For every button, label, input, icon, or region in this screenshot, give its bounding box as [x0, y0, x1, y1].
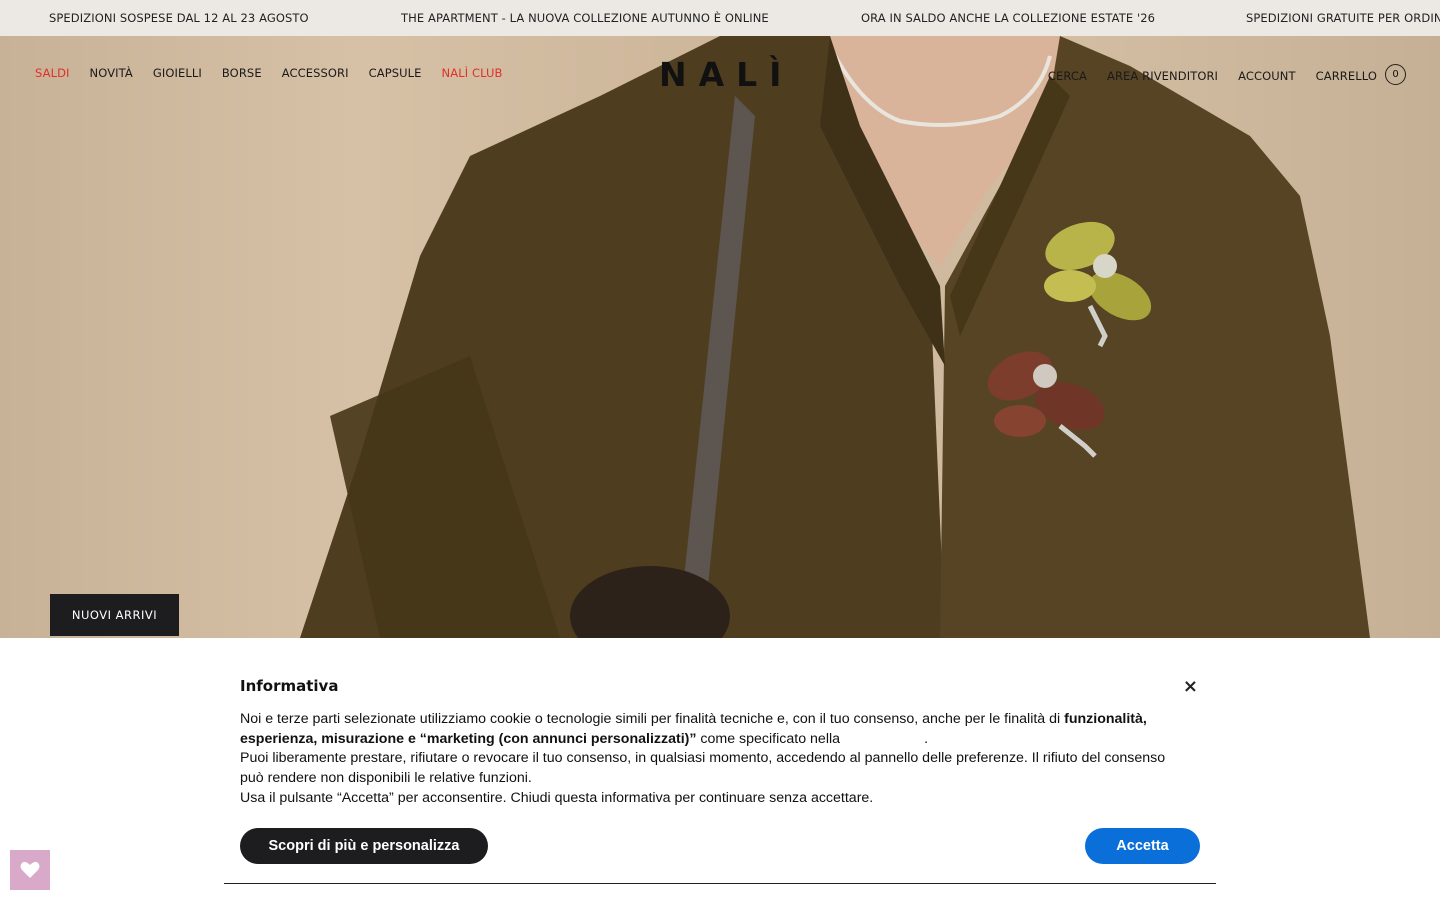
nav-item-nali-club[interactable]: NALÌ CLUB — [442, 66, 503, 80]
announcement-item[interactable]: THE APARTMENT - LA NUOVA COLLEZIONE AUTU… — [401, 0, 769, 36]
cookie-text: Noi e terze parti selezionate utilizziam… — [240, 710, 1170, 809]
cookie-text-part: Puoi liberamente prestare, rifiutare o r… — [240, 750, 1166, 787]
cookie-banner-overlay: Informativa × Noi e terze parti selezion… — [0, 638, 1440, 900]
nav-item-novita[interactable]: NOVITÀ — [90, 66, 133, 80]
site-logo[interactable]: NALÌ — [659, 56, 793, 94]
announcement-item[interactable]: ORA IN SALDO ANCHE LA COLLEZIONE ESTATE … — [861, 0, 1155, 36]
hero-banner[interactable] — [0, 36, 1440, 638]
main-nav: SALDI NOVITÀ GIOIELLI BORSE ACCESSORI CA… — [35, 66, 523, 80]
nav-item-search[interactable]: CERCA — [1048, 69, 1087, 83]
nav-item-cart[interactable]: CARRELLO — [1316, 69, 1377, 83]
cookie-text-part: Noi e terze parti selezionate utilizziam… — [240, 711, 1065, 727]
announcement-bar: SPEDIZIONI SOSPESE DAL 12 AL 23 AGOSTO T… — [0, 0, 1440, 36]
nav-item-resellers[interactable]: AREA RIVENDITORI — [1107, 69, 1218, 83]
nav-item-gioielli[interactable]: GIOIELLI — [153, 66, 202, 80]
nav-item-account[interactable]: ACCOUNT — [1238, 69, 1296, 83]
cookie-policy-link[interactable]: cookie policy — [844, 731, 924, 747]
nav-item-accessori[interactable]: ACCESSORI — [282, 66, 349, 80]
close-icon[interactable]: × — [1183, 676, 1198, 697]
nav-item-borse[interactable]: BORSE — [222, 66, 262, 80]
announcement-item[interactable]: SPEDIZIONI GRATUITE PER ORDINI S — [1246, 0, 1440, 36]
announcement-item[interactable]: SPEDIZIONI SOSPESE DAL 12 AL 23 AGOSTO — [49, 0, 309, 36]
cart-count-badge[interactable]: 0 — [1385, 64, 1406, 85]
nav-item-saldi[interactable]: SALDI — [35, 66, 70, 80]
cookie-title: Informativa — [240, 677, 339, 695]
utility-nav: CERCA AREA RIVENDITORI ACCOUNT CARRELLO … — [1028, 64, 1406, 85]
new-arrivals-button[interactable]: NUOVI ARRIVI — [50, 594, 179, 636]
cookie-text-part: come specificato nella — [696, 730, 844, 747]
hero-image — [300, 36, 1370, 638]
nav-item-capsule[interactable]: CAPSULE — [369, 66, 422, 80]
accept-button[interactable]: Accetta — [1085, 828, 1200, 864]
cookie-text-part: . — [924, 730, 929, 747]
wishlist-button[interactable] — [10, 850, 50, 890]
customize-button[interactable]: Scopri di più e personalizza — [240, 828, 488, 864]
heart-icon — [20, 861, 40, 878]
cookie-text-part: Usa il pulsante “Accetta” per acconsenti… — [240, 789, 874, 806]
cookie-banner: Informativa × Noi e terze parti selezion… — [224, 638, 1216, 884]
